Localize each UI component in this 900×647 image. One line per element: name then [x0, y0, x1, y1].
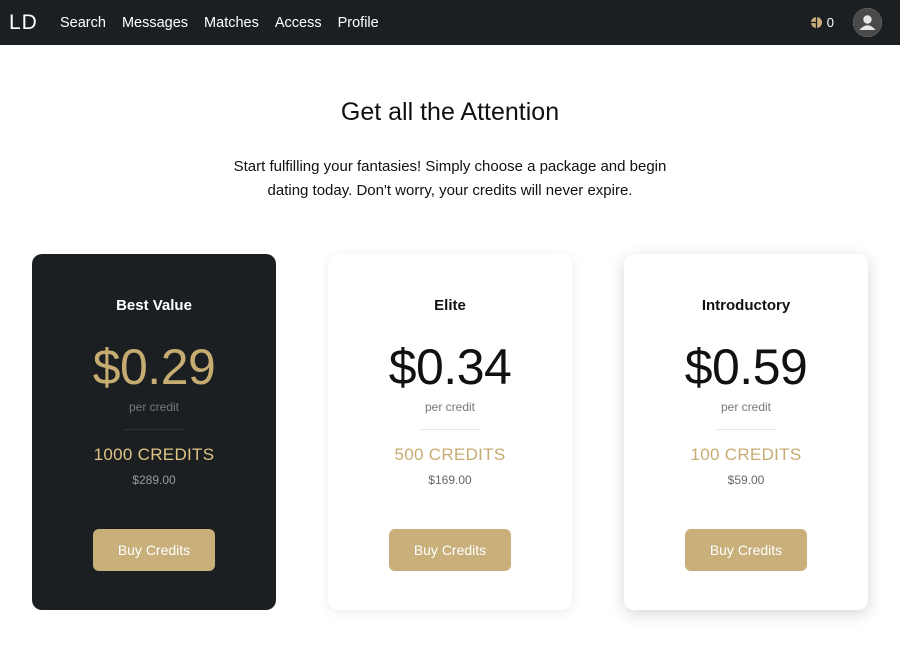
plan-divider [124, 429, 184, 430]
nav-link-profile[interactable]: Profile [338, 15, 379, 31]
intro-line-2: dating today. Don't worry, your credits … [267, 182, 633, 199]
plan-total: $169.00 [428, 473, 472, 487]
plan-per-credit: per credit [128, 400, 180, 414]
site-logo[interactable]: LD [9, 11, 49, 35]
plan-price: $0.29 [92, 339, 216, 395]
avatar[interactable] [853, 8, 882, 37]
user-icon [853, 8, 882, 37]
plan-card-elite: Elite $0.34 per credit 500 CREDITS $169.… [328, 254, 572, 610]
plan-price: $0.59 [684, 339, 808, 395]
plan-name: Best Value [116, 297, 192, 314]
plan-name: Elite [434, 297, 466, 314]
credit-balance[interactable]: 0 [810, 15, 834, 30]
nav-link-search[interactable]: Search [60, 15, 106, 31]
nav-link-matches[interactable]: Matches [204, 15, 259, 31]
intro-line-1: Start fulfilling your fantasies! Simply … [233, 158, 667, 175]
plan-price: $0.34 [388, 339, 512, 395]
nav-link-access[interactable]: Access [275, 15, 322, 31]
plan-card-best-value: Best Value $0.29 per credit 1000 CREDITS… [32, 254, 276, 610]
coin-icon [810, 17, 822, 28]
plan-divider [716, 429, 776, 430]
plan-credits: 1000 CREDITS [93, 445, 215, 464]
plan-divider [420, 429, 480, 430]
buy-credits-button[interactable]: Buy Credits [389, 529, 511, 571]
plan-total: $289.00 [132, 473, 176, 487]
plan-per-credit: per credit [424, 400, 476, 414]
nav-links: Search Messages Matches Access Profile [60, 15, 395, 31]
credit-count: 0 [826, 15, 834, 30]
nav-link-messages[interactable]: Messages [122, 15, 188, 31]
buy-credits-button[interactable]: Buy Credits [93, 529, 215, 571]
plan-name: Introductory [701, 297, 791, 314]
plan-card-introductory: Introductory $0.59 per credit 100 CREDIT… [624, 254, 868, 610]
plan-total: $59.00 [727, 473, 765, 487]
top-navbar: LD Search Messages Matches Access Profil… [0, 0, 900, 45]
plan-credits: 100 CREDITS [690, 445, 802, 464]
nav-right: 0 [810, 8, 882, 37]
plan-per-credit: per credit [720, 400, 772, 414]
intro-text: Start fulfilling your fantasies! Simply … [210, 155, 690, 203]
page-title: Get all the Attention [340, 98, 560, 126]
plan-credits: 500 CREDITS [394, 445, 506, 464]
buy-credits-button[interactable]: Buy Credits [685, 529, 807, 571]
